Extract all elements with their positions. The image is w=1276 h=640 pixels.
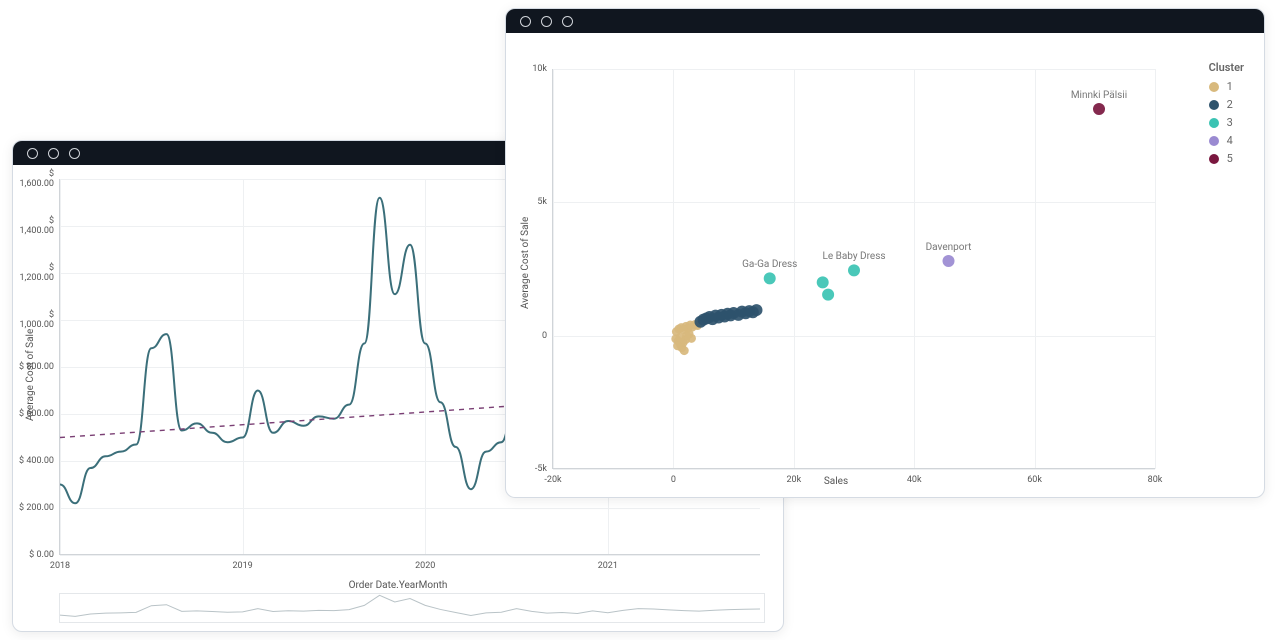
x-tick-label: -20k [544,475,561,485]
scatter-point[interactable] [822,289,834,301]
y-tick-label: $ 1,200.00 [14,263,54,283]
y-tick-label: $ 1,600.00 [14,169,54,189]
legend-label: 1 [1227,80,1233,93]
scatter-point[interactable] [1093,103,1105,115]
x-tick-label: 2019 [232,561,252,571]
legend-swatch-icon [1209,154,1219,164]
legend-item[interactable]: 3 [1209,116,1244,129]
scatter-chart-window: Average Cost of Sale -5k05k10k-20k020k40… [505,8,1265,498]
overview-mini-chart[interactable] [59,593,765,623]
y-tick-label: $ 1,000.00 [14,310,54,330]
scatter-point[interactable] [943,255,955,267]
scatter-point[interactable] [848,264,860,276]
x-tick-label: 20k [786,475,801,485]
window-titlebar[interactable] [506,9,1264,33]
legend-label: 3 [1227,116,1233,129]
y-tick-label: $ 600.00 [14,409,54,419]
legend-label: 2 [1227,98,1233,111]
legend-label: 4 [1227,134,1233,147]
legend-label: 5 [1227,152,1233,165]
point-label: Ga-Ga Dress [742,259,797,270]
window-dot-icon[interactable] [69,148,80,159]
x-tick-label: 40k [907,475,922,485]
x-axis-title: Sales [824,476,848,487]
point-label: Davenport [926,242,972,253]
x-tick-label: 80k [1148,475,1163,485]
y-axis-title: Average Cost of Sale [25,329,36,421]
legend-item[interactable]: 2 [1209,98,1244,111]
window-dot-icon[interactable] [27,148,38,159]
y-tick-label: $ 400.00 [14,456,54,466]
window-dot-icon[interactable] [562,16,573,27]
legend-swatch-icon [1209,82,1219,92]
y-axis-title: Average Cost of Sale [520,217,531,309]
window-dot-icon[interactable] [541,16,552,27]
scatter-point[interactable] [764,272,776,284]
legend-item[interactable]: 5 [1209,152,1244,165]
y-tick-label: $ 0.00 [14,550,54,560]
scatter-point[interactable] [676,333,685,342]
legend-swatch-icon [1209,118,1219,128]
scatter-point[interactable] [673,341,682,350]
cluster-legend: Cluster 1 2 3 4 5 [1209,61,1244,170]
window-dot-icon[interactable] [520,16,531,27]
legend-item[interactable]: 1 [1209,80,1244,93]
point-label: Minnki Pälsii [1071,90,1127,101]
scatter-point[interactable] [750,304,762,316]
x-tick-label: 0 [671,475,676,485]
scatter-chart-plot: -5k05k10k-20k020k40k60k80kGa-Ga DressLe … [552,69,1155,469]
x-tick-label: 2018 [50,561,70,571]
y-tick-label: $ 1,400.00 [14,216,54,236]
y-tick-label: -5k [507,464,547,474]
y-tick-label: $ 800.00 [14,362,54,372]
scatter-point[interactable] [817,276,829,288]
y-tick-label: 5k [507,197,547,207]
point-label: Le Baby Dress [822,251,885,262]
x-tick-label: 2020 [415,561,435,571]
x-tick-label: 60k [1027,475,1042,485]
y-tick-label: 10k [507,64,547,74]
legend-item[interactable]: 4 [1209,134,1244,147]
x-tick-label: 2021 [598,561,618,571]
x-axis-title: Order Date.YearMonth [349,580,448,591]
legend-swatch-icon [1209,136,1219,146]
y-tick-label: $ 200.00 [14,503,54,513]
window-dot-icon[interactable] [48,148,59,159]
legend-title: Cluster [1209,61,1244,74]
legend-swatch-icon [1209,100,1219,110]
y-tick-label: 0 [507,331,547,341]
